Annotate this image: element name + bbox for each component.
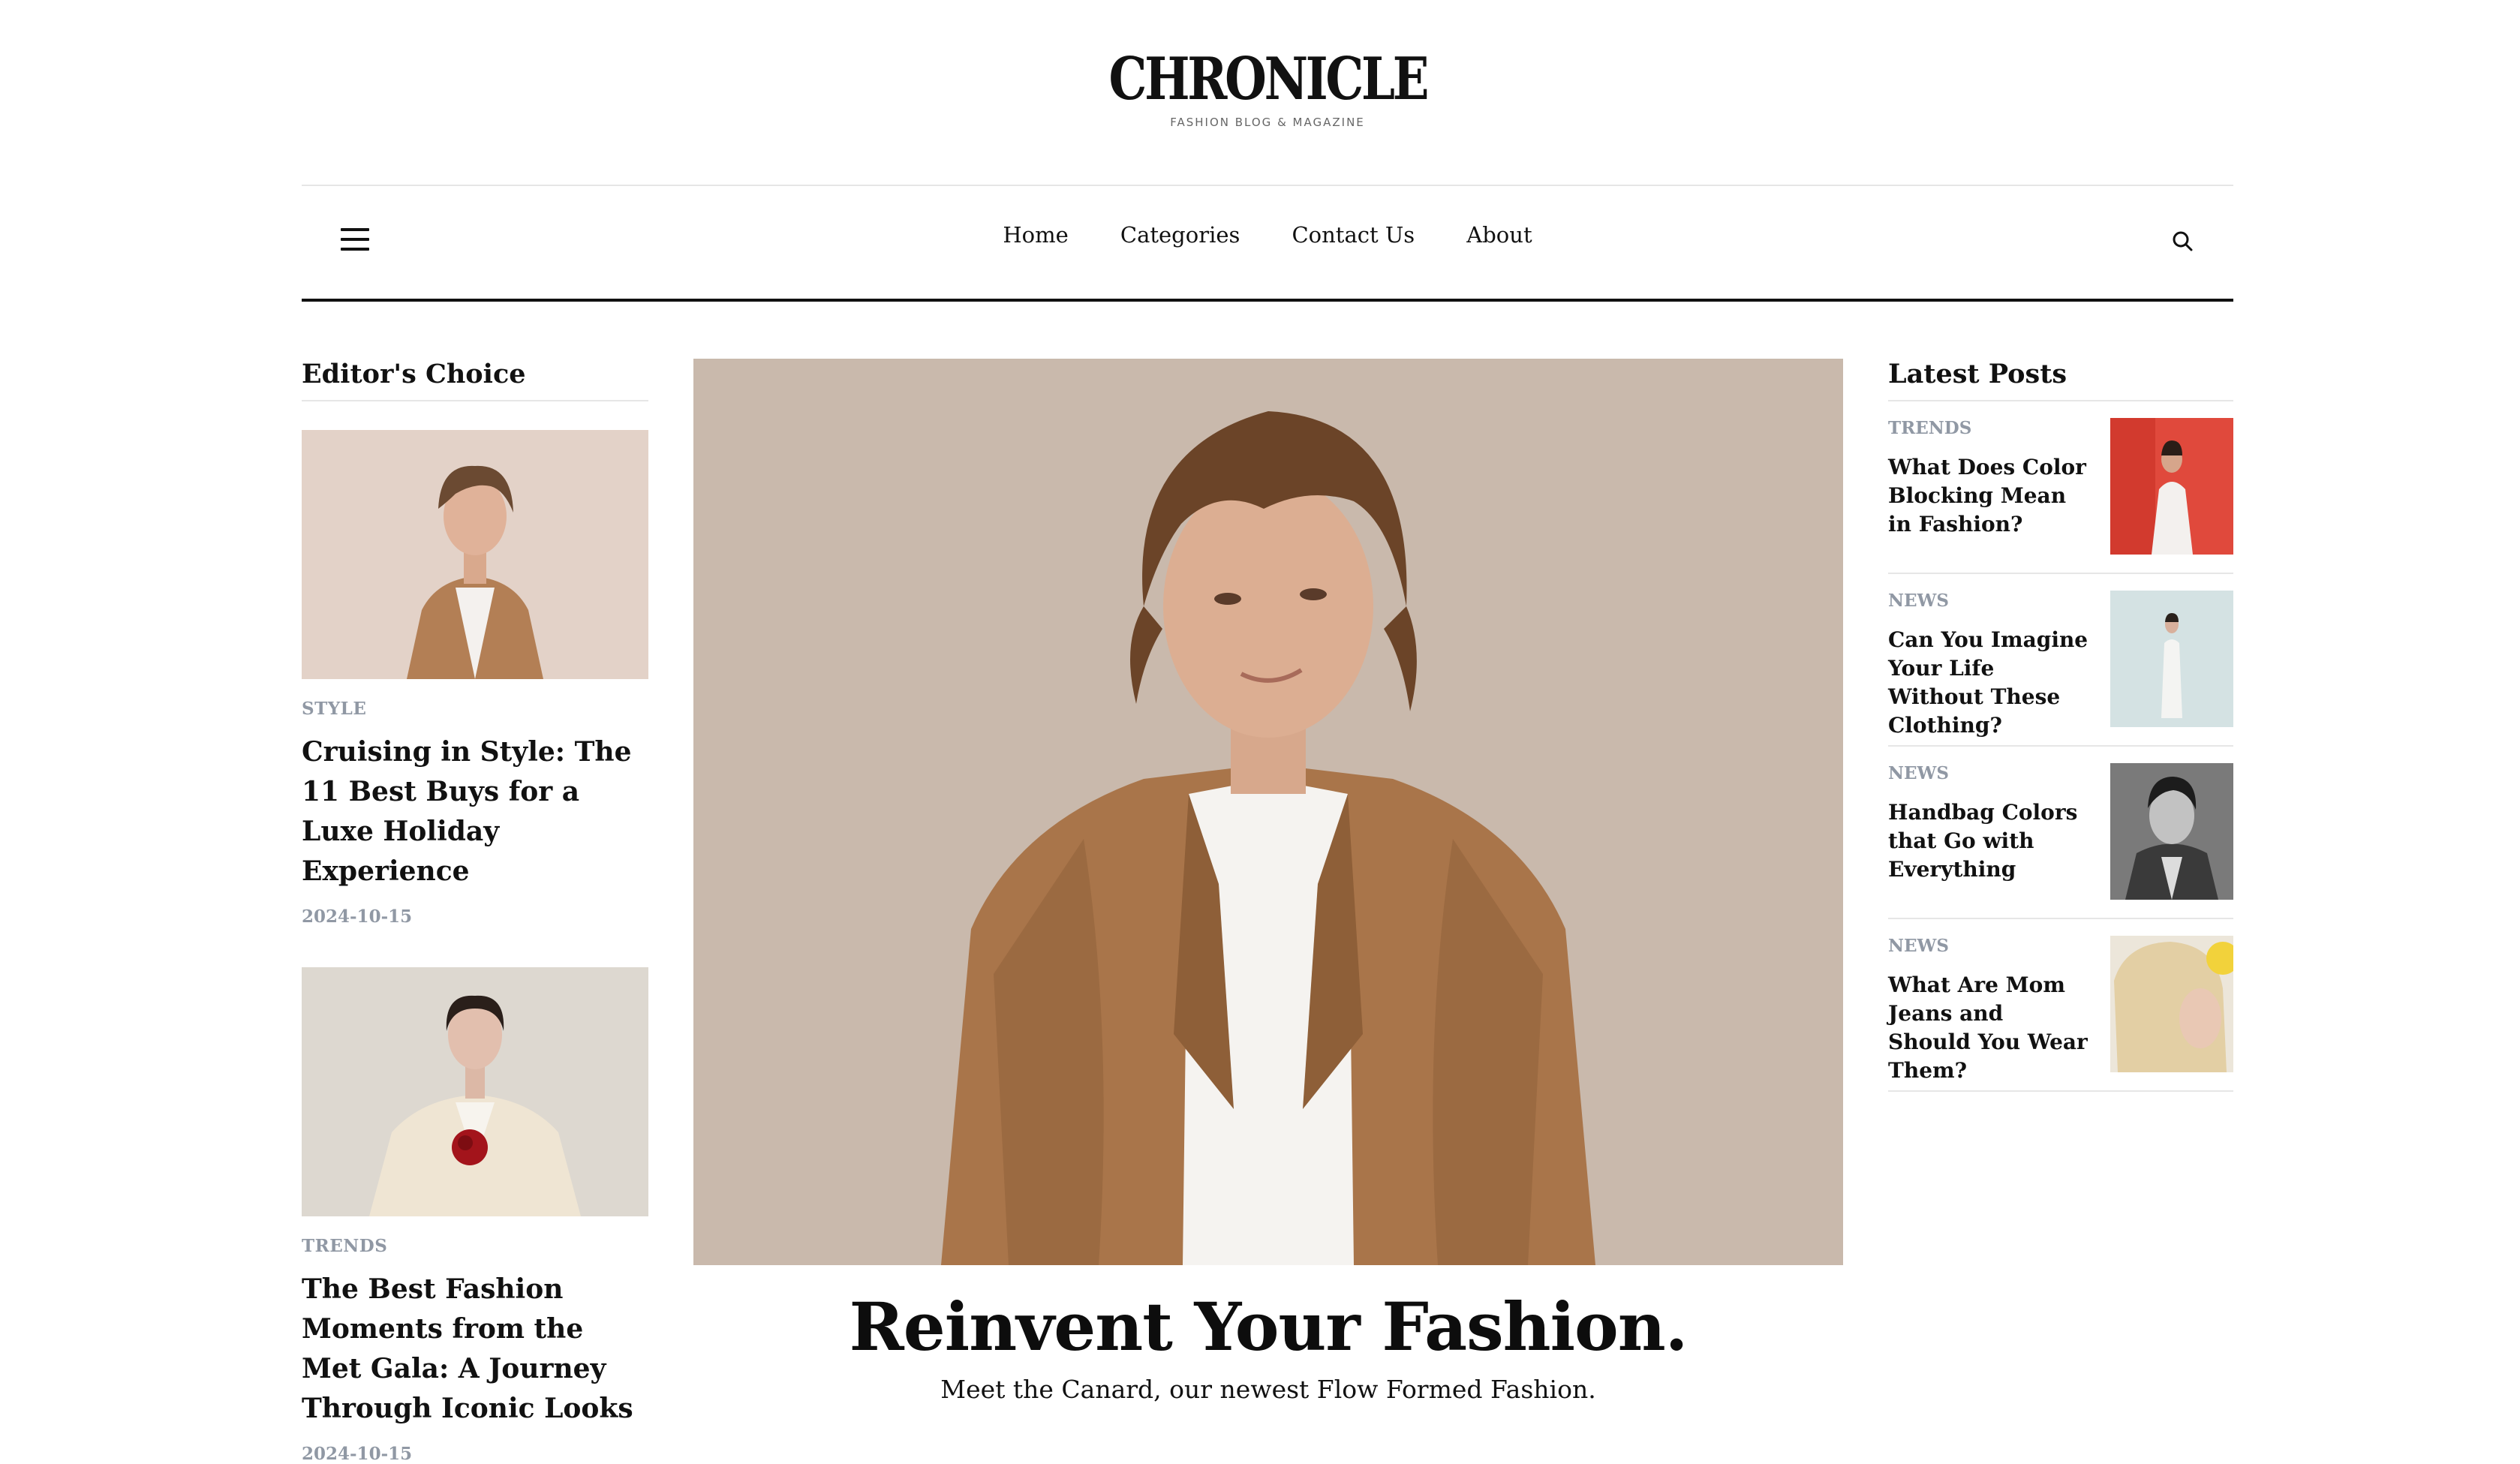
post-thumbnail-red-wall[interactable] — [2110, 418, 2233, 555]
latest-post-text: NEWS What Are Mom Jeans and Should You W… — [1888, 936, 2091, 1085]
post-category[interactable]: TRENDS — [1888, 418, 2091, 438]
latest-post-item: TRENDS What Does Color Blocking Mean in … — [1888, 401, 2233, 574]
hero-subtitle: Meet the Canard, our newest Flow Formed … — [940, 1375, 1596, 1404]
latest-post-text: NEWS Handbag Colors that Go with Everyth… — [1888, 763, 2091, 884]
search-icon[interactable] — [2170, 229, 2194, 253]
article-category[interactable]: TRENDS — [302, 1236, 648, 1256]
editors-choice-section: Editor's Choice STYLE Cruising in Style:… — [302, 359, 648, 1464]
nav-link-contact-us[interactable]: Contact Us — [1292, 222, 1415, 248]
article-category[interactable]: STYLE — [302, 699, 648, 719]
post-title[interactable]: What Does Color Blocking Mean in Fashion… — [1888, 453, 2091, 539]
article-image-man-camel-coat[interactable] — [302, 430, 648, 679]
latest-post-item: NEWS Handbag Colors that Go with Everyth… — [1888, 747, 2233, 919]
logo-tagline: FASHION BLOG & MAGAZINE — [1170, 116, 1365, 129]
page-container: CHRONICLE FASHION BLOG & MAGAZINE Home C… — [302, 0, 2233, 1464]
editors-choice-item: TRENDS The Best Fashion Moments from the… — [302, 967, 648, 1464]
post-title[interactable]: What Are Mom Jeans and Should You Wear T… — [1888, 971, 2091, 1085]
article-date: 2024-10-15 — [302, 1444, 413, 1464]
latest-posts-heading: Latest Posts — [1888, 359, 2233, 401]
article-date: 2024-10-15 — [302, 906, 413, 927]
post-category[interactable]: NEWS — [1888, 591, 2091, 611]
nav-link-categories[interactable]: Categories — [1120, 222, 1240, 248]
post-thumbnail-white-outfit[interactable] — [2110, 591, 2233, 727]
nav-link-home[interactable]: Home — [1003, 222, 1068, 248]
post-thumbnail-bw-portrait[interactable] — [2110, 763, 2233, 900]
site-logo[interactable]: CHRONICLE FASHION BLOG & MAGAZINE — [302, 45, 2233, 129]
article-title[interactable]: The Best Fashion Moments from the Met Ga… — [302, 1270, 648, 1429]
latest-post-text: TRENDS What Does Color Blocking Mean in … — [1888, 418, 2091, 539]
post-title[interactable]: Handbag Colors that Go with Everything — [1888, 798, 2091, 884]
editors-choice-item: STYLE Cruising in Style: The 11 Best Buy… — [302, 430, 648, 927]
logo-title[interactable]: CHRONICLE — [1108, 45, 1429, 114]
post-category[interactable]: NEWS — [1888, 763, 2091, 783]
hero-title[interactable]: Reinvent Your Fashion. — [693, 1289, 1843, 1364]
article-title[interactable]: Cruising in Style: The 11 Best Buys for … — [302, 732, 648, 891]
main-navigation: Home Categories Contact Us About — [302, 186, 2233, 299]
post-title[interactable]: Can You Imagine Your Life Without These … — [1888, 626, 2091, 740]
editors-choice-heading: Editor's Choice — [302, 359, 648, 401]
post-thumbnail-blonde-woman[interactable] — [2110, 936, 2233, 1072]
nav-link-about[interactable]: About — [1466, 222, 1532, 248]
hero-section: Reinvent Your Fashion. Meet the Canard, … — [693, 359, 1843, 1404]
latest-post-text: NEWS Can You Imagine Your Life Without T… — [1888, 591, 2091, 740]
latest-post-item: NEWS Can You Imagine Your Life Without T… — [1888, 574, 2233, 747]
latest-posts-section: Latest Posts TRENDS What Does Color Bloc… — [1888, 359, 2233, 1092]
article-image-woman-rose-jacket[interactable] — [302, 967, 648, 1216]
post-category[interactable]: NEWS — [1888, 936, 2091, 956]
nav-links: Home Categories Contact Us About — [302, 222, 2233, 248]
hero-image-man-camel-coat[interactable] — [693, 359, 1843, 1265]
nav-divider — [302, 299, 2233, 302]
latest-post-item: NEWS What Are Mom Jeans and Should You W… — [1888, 919, 2233, 1092]
